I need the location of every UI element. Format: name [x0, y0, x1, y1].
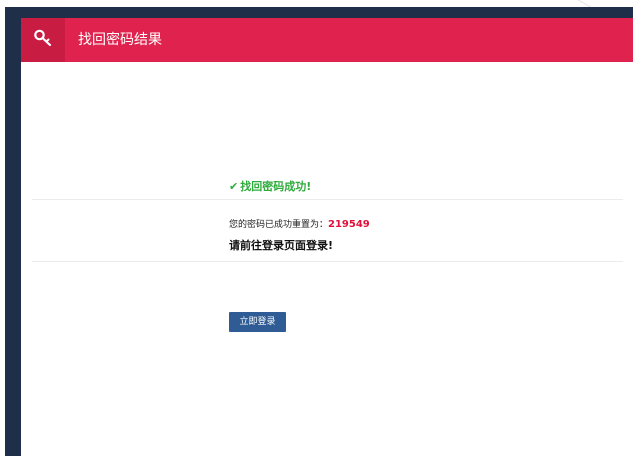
success-text: 找回密码成功!: [240, 180, 312, 193]
check-icon: ✔: [229, 180, 239, 193]
page-header: 找回密码结果: [21, 18, 633, 62]
reset-prefix: 您的密码已成功重置为：: [229, 220, 329, 230]
divider-top: [32, 199, 623, 200]
page-title: 找回密码结果: [78, 32, 162, 48]
app-frame: 找回密码结果 ✔ 找回密码成功! 您的密码已成功重置为：219549 请前往登录页…: [5, 7, 633, 456]
result-panel: 找回密码结果 ✔ 找回密码成功! 您的密码已成功重置为：219549 请前往登录页…: [21, 18, 633, 456]
divider-bottom: [32, 261, 623, 262]
key-icon: [33, 28, 53, 52]
login-button[interactable]: 立即登录: [229, 312, 286, 332]
success-message: ✔ 找回密码成功!: [229, 178, 311, 194]
login-instruction: 请前往登录页面登录!: [229, 239, 334, 252]
new-password: 219549: [328, 219, 370, 230]
password-reset-line: 您的密码已成功重置为：219549: [229, 217, 370, 230]
header-icon-box: [21, 18, 65, 62]
